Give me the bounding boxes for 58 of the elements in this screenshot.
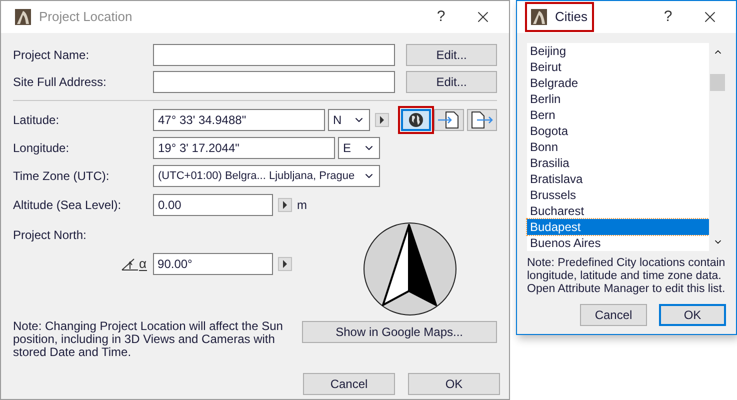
edit-button[interactable]: Edit... <box>406 44 497 66</box>
dialog-button[interactable]: Cancel <box>303 373 395 395</box>
tool-button[interactable] <box>401 109 431 131</box>
list-item[interactable]: Bucharest <box>527 203 709 219</box>
app-logo-icon <box>531 9 547 25</box>
play-arrow-icon <box>379 116 385 124</box>
play-arrow-icon <box>282 260 288 268</box>
list-item[interactable]: Budapest <box>527 219 709 235</box>
list-item[interactable]: Bern <box>527 107 709 123</box>
scrollbar-thumb[interactable] <box>710 74 725 90</box>
field-label: Time Zone (UTC): <box>13 168 110 185</box>
note-text: Note: Predefined City locations contain longitude, latitude and time zone data. Open Attribute Manager to edit this list. <box>527 257 726 296</box>
input-field[interactable] <box>153 70 396 92</box>
list-item[interactable]: Buenos Aires <box>527 235 709 251</box>
dropdown[interactable]: (UTC+01:00) Belgra... Ljubljana, Prague <box>153 165 380 187</box>
dialog-button[interactable]: Cancel <box>580 304 647 326</box>
help-button[interactable]: ? <box>421 3 461 31</box>
arrow-button[interactable] <box>278 198 292 212</box>
field-label: Project Name: <box>13 46 90 64</box>
arrow-button[interactable] <box>375 113 389 127</box>
section-label: Project North: <box>13 227 88 244</box>
dropdown[interactable]: E <box>338 137 380 159</box>
list-item[interactable]: Bogota <box>527 123 709 139</box>
input-field[interactable]: 19° 3' 17.2044" <box>153 137 335 159</box>
input-field[interactable]: 90.00° <box>152 253 273 275</box>
angle-icon <box>121 257 139 271</box>
list-item[interactable]: Belgrade <box>527 75 709 91</box>
edit-button[interactable]: Edit... <box>406 70 497 92</box>
dropdown[interactable]: N <box>328 109 370 131</box>
window-title: Project Location <box>39 8 132 26</box>
play-arrow-icon <box>282 201 288 209</box>
list-item[interactable]: Bonn <box>527 139 709 155</box>
help-button[interactable]: ? <box>648 3 688 31</box>
list-item[interactable]: Brussels <box>527 187 709 203</box>
tool-button[interactable] <box>467 109 497 131</box>
unit-label: m <box>297 197 307 214</box>
dialog-button[interactable]: OK <box>659 304 726 326</box>
list-item[interactable]: Brasilia <box>527 155 709 171</box>
dialog-button[interactable]: OK <box>408 373 500 395</box>
input-field[interactable] <box>153 44 396 66</box>
list-item[interactable]: Beirut <box>527 59 709 75</box>
app-logo-icon <box>15 9 31 25</box>
field-label: Longitude: <box>13 140 70 157</box>
field-label: Site Full Address: <box>13 74 108 90</box>
list-item[interactable]: Berlin <box>527 91 709 107</box>
input-field[interactable]: 47° 33' 34.9488" <box>153 109 325 131</box>
note-text: Note: Changing Project Location will affect the Sun position, including in 3D Views and Cameras with stored Date and Time. <box>13 320 284 359</box>
window-title: Cities <box>555 8 588 26</box>
input-field[interactable]: 0.00 <box>153 194 273 216</box>
globe-icon <box>408 112 424 128</box>
list-item[interactable]: Bratislava <box>527 171 709 187</box>
google-maps-button[interactable]: Show in Google Maps... <box>302 321 497 343</box>
tool-button[interactable] <box>434 109 464 131</box>
list-item[interactable]: Beijing <box>527 43 709 59</box>
field-label: Latitude: <box>13 112 60 129</box>
arrow-button[interactable] <box>278 257 292 271</box>
export-file-icon <box>469 111 495 129</box>
field-label: Altitude (Sea Level): <box>13 197 122 214</box>
